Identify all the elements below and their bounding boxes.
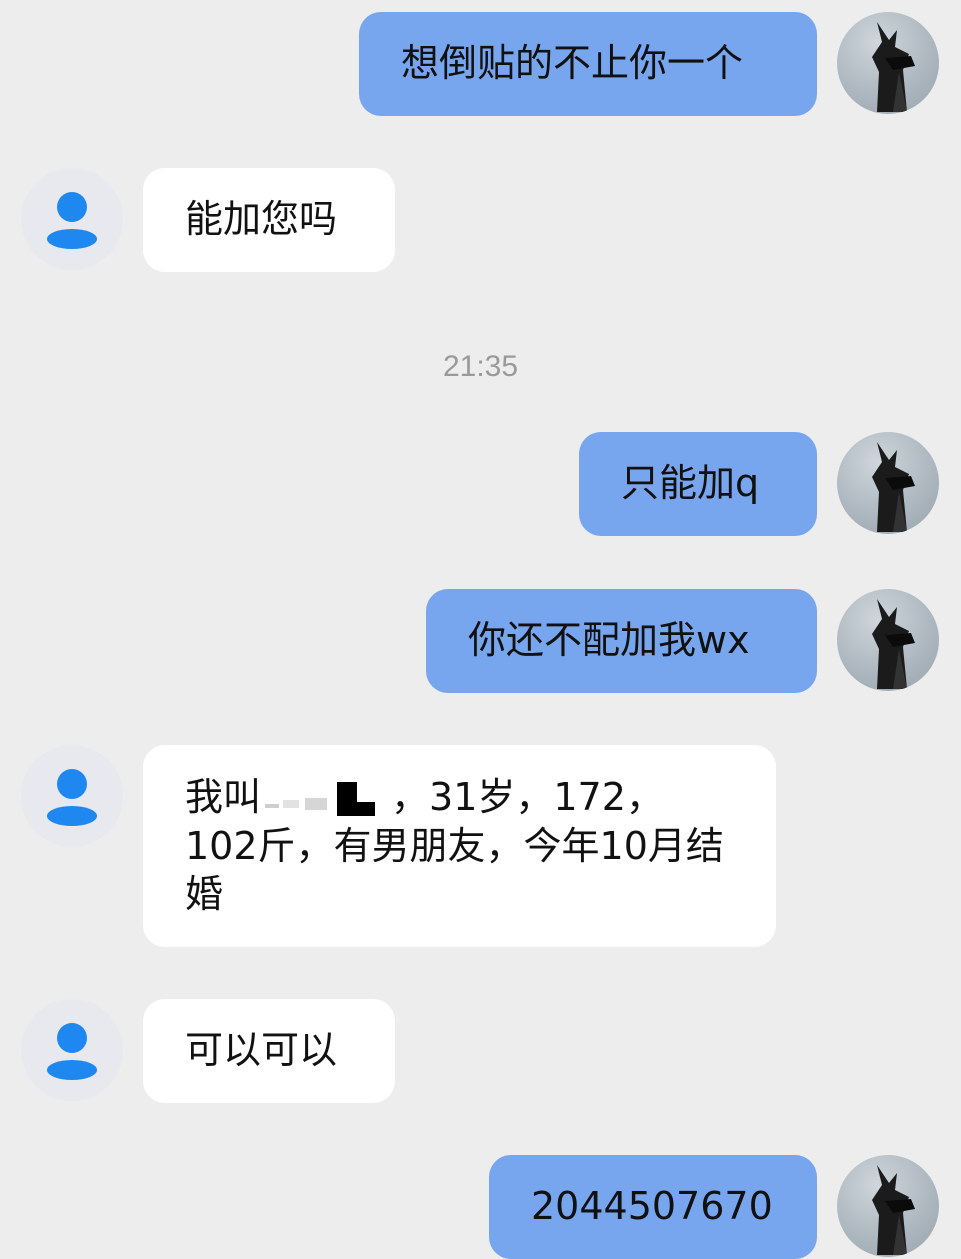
- default-user-icon: [47, 1023, 97, 1080]
- message-bubble[interactable]: 2044507670: [489, 1155, 817, 1259]
- self-avatar[interactable]: [837, 12, 939, 114]
- default-user-icon: [47, 769, 97, 826]
- message-bubble[interactable]: 只能加q: [579, 432, 817, 536]
- self-avatar[interactable]: [837, 432, 939, 534]
- self-avatar[interactable]: [837, 1155, 939, 1257]
- dark-character-avatar-icon: [872, 1165, 915, 1255]
- message-bubble[interactable]: 可以可以: [143, 999, 395, 1103]
- message-text: 可以可以: [185, 1028, 338, 1072]
- message-bubble[interactable]: 我叫 ，31岁，172，102斤，有男朋友，今年10月结婚: [143, 745, 776, 947]
- message-bubble[interactable]: 你还不配加我wx: [426, 589, 817, 693]
- message-text: 想倒贴的不止你一个: [401, 41, 744, 85]
- message-timestamp: 21:35: [442, 350, 519, 383]
- message-text: 我叫: [185, 775, 262, 819]
- message-text: 能加您吗: [185, 197, 338, 241]
- dark-character-avatar-icon: [872, 442, 915, 532]
- peer-avatar[interactable]: [21, 999, 123, 1101]
- message-text: 你还不配加我wx: [468, 618, 750, 662]
- redacted-name: [261, 778, 391, 822]
- peer-avatar[interactable]: [21, 168, 123, 270]
- default-user-icon: [47, 192, 97, 249]
- message-text: 只能加q: [621, 461, 760, 505]
- message-bubble[interactable]: 想倒贴的不止你一个: [359, 12, 817, 116]
- dark-character-avatar-icon: [872, 599, 915, 689]
- message-text: 2044507670: [531, 1184, 773, 1228]
- self-avatar[interactable]: [837, 589, 939, 691]
- message-bubble[interactable]: 能加您吗: [143, 168, 395, 272]
- peer-avatar[interactable]: [21, 745, 123, 847]
- dark-character-avatar-icon: [872, 22, 915, 112]
